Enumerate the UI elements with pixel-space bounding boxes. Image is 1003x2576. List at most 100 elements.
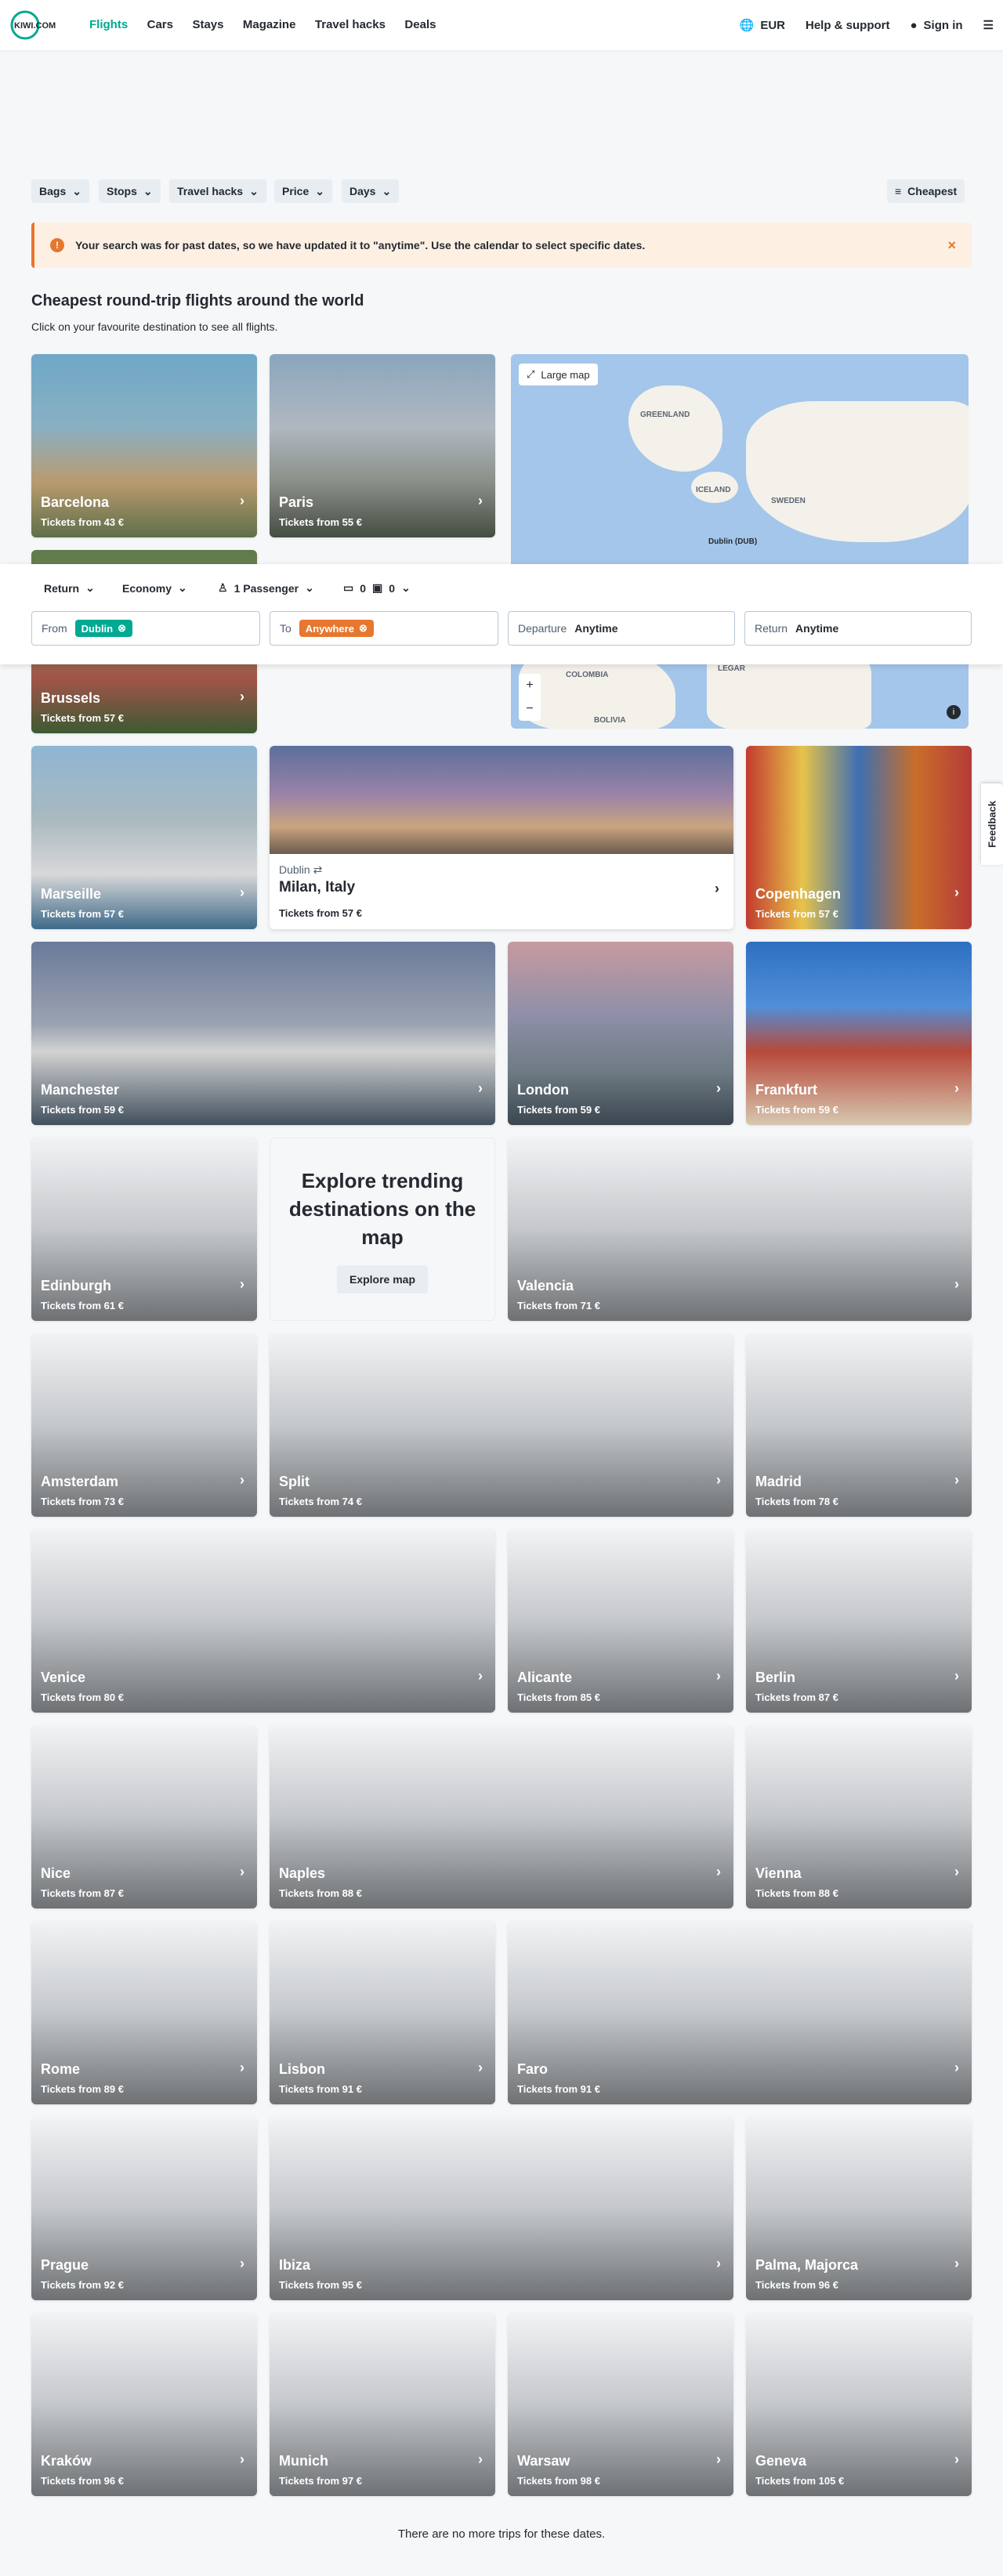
- nav-travel-hacks[interactable]: Travel hacks: [315, 18, 386, 31]
- destination-name: Split: [279, 1474, 310, 1489]
- hamburger-menu-icon[interactable]: ☰: [983, 18, 994, 32]
- zoom-out-button[interactable]: −: [519, 697, 541, 721]
- chevron-right-icon: ›: [240, 2256, 244, 2271]
- destination-card[interactable]: Frankfurt Tickets from 59 € ›: [746, 942, 972, 1125]
- chevron-right-icon: ›: [954, 2256, 959, 2271]
- filter-days[interactable]: Days ⌄: [342, 179, 400, 203]
- destination-card[interactable]: Copenhagen Tickets from 57 € ›: [746, 746, 972, 929]
- destination-card[interactable]: Valencia Tickets from 71 € ›: [508, 1138, 972, 1321]
- destination-name: Copenhagen: [755, 886, 842, 902]
- user-icon: ●: [910, 18, 918, 32]
- filter-label: Days: [349, 185, 376, 197]
- bags-select[interactable]: ▭ 0 ▣ 0 ⌄: [343, 581, 411, 595]
- destination-price: Tickets from 92 €: [41, 2279, 124, 2291]
- sign-in-button[interactable]: ● Sign in: [910, 19, 962, 32]
- featured-destination-card[interactable]: Dublin ⇄ Milan, Italy Tickets from 57 € …: [270, 746, 733, 929]
- to-field[interactable]: To Anywhere ⊗: [270, 611, 498, 646]
- globe-icon: 🌐: [739, 19, 755, 32]
- info-icon[interactable]: i: [947, 705, 961, 719]
- destination-name: Palma, Majorca: [755, 2257, 859, 2273]
- nav-deals[interactable]: Deals: [404, 18, 436, 31]
- close-icon[interactable]: ×: [947, 237, 956, 254]
- destination-card[interactable]: London Tickets from 59 € ›: [508, 942, 733, 1125]
- destination-card[interactable]: Split Tickets from 74 € ›: [270, 1333, 733, 1517]
- to-chip[interactable]: Anywhere ⊗: [299, 620, 374, 637]
- destination-card[interactable]: Geneva Tickets from 105 € ›: [746, 2313, 972, 2496]
- nav-flights[interactable]: Flights: [89, 18, 128, 31]
- destination-card[interactable]: Prague Tickets from 92 € ›: [31, 2117, 257, 2300]
- close-icon[interactable]: ⊗: [359, 622, 368, 635]
- destination-card[interactable]: Marseille Tickets from 57 € ›: [31, 746, 257, 929]
- destination-card[interactable]: Madrid Tickets from 78 € ›: [746, 1333, 972, 1517]
- nav-cars[interactable]: Cars: [147, 18, 173, 31]
- nav-stays[interactable]: Stays: [192, 18, 223, 31]
- destination-card[interactable]: Amsterdam Tickets from 73 € ›: [31, 1333, 257, 1517]
- destination-name: Frankfurt: [755, 1082, 818, 1098]
- destination-card[interactable]: Kraków Tickets from 96 € ›: [31, 2313, 257, 2496]
- destination-card[interactable]: Berlin Tickets from 87 € ›: [746, 1529, 972, 1713]
- destination-card[interactable]: Faro Tickets from 91 € ›: [508, 1921, 972, 2104]
- destination-card[interactable]: Venice Tickets from 80 € ›: [31, 1529, 495, 1713]
- chevron-right-icon: ›: [240, 1276, 244, 1292]
- destination-name: Kraków: [41, 2453, 92, 2469]
- zoom-in-button[interactable]: +: [519, 674, 541, 697]
- filter-price[interactable]: Price ⌄: [274, 179, 332, 203]
- chevron-right-icon: ›: [716, 1472, 721, 1488]
- destination-card[interactable]: Rome Tickets from 89 € ›: [31, 1921, 257, 2104]
- filter-travel-hacks[interactable]: Travel hacks ⌄: [169, 179, 266, 203]
- kiwi-logo[interactable]: KIWI.COM: [9, 9, 75, 41]
- featured-origin: Dublin ⇄: [279, 863, 322, 877]
- filter-stops[interactable]: Stops ⌄: [99, 179, 161, 203]
- destination-price: Tickets from 57 €: [41, 712, 124, 724]
- feedback-tab[interactable]: Feedback: [981, 783, 1003, 865]
- cabin-select[interactable]: Economy ⌄: [122, 581, 187, 595]
- destination-card[interactable]: Nice Tickets from 87 € ›: [31, 1725, 257, 1908]
- return-field[interactable]: Return Anytime: [744, 611, 972, 646]
- sort-icon: ≡: [895, 185, 902, 197]
- close-icon[interactable]: ⊗: [118, 622, 126, 635]
- destinations-map[interactable]: GREENLAND ICELAND SWEDEN Dublin (DUB) CO…: [511, 354, 969, 729]
- map-origin-label[interactable]: Dublin (DUB): [708, 537, 757, 546]
- destination-card[interactable]: Barcelona Tickets from 43 € ›: [31, 354, 257, 537]
- filter-bags[interactable]: Bags ⌄: [31, 179, 89, 203]
- map-land-eurasia: [746, 401, 969, 542]
- trip-type-select[interactable]: Return ⌄: [44, 581, 95, 595]
- destination-price: Tickets from 96 €: [41, 2475, 124, 2487]
- chevron-right-icon: ›: [954, 2451, 959, 2467]
- explore-map-button[interactable]: Explore map: [336, 1265, 429, 1293]
- chevron-down-icon: ⌄: [85, 581, 95, 594]
- destination-price: Tickets from 88 €: [755, 1887, 838, 1899]
- chevron-right-icon: ›: [240, 1864, 244, 1880]
- destination-card[interactable]: Lisbon Tickets from 91 € ›: [270, 1921, 495, 2104]
- passengers-select[interactable]: ♙ 1 Passenger ⌄: [218, 581, 314, 595]
- help-link[interactable]: Help & support: [806, 19, 890, 32]
- destination-card[interactable]: Naples Tickets from 88 € ›: [270, 1725, 733, 1908]
- destination-card[interactable]: Manchester Tickets from 59 € ›: [31, 942, 495, 1125]
- from-chip[interactable]: Dublin ⊗: [74, 620, 133, 637]
- map-label: GREENLAND: [640, 411, 690, 419]
- from-field[interactable]: From Dublin ⊗: [31, 611, 260, 646]
- destination-card[interactable]: Paris Tickets from 55 € ›: [270, 354, 495, 537]
- large-map-label: Large map: [541, 368, 590, 381]
- chevron-down-icon: ⌄: [249, 184, 259, 197]
- destination-price: Tickets from 73 €: [41, 1496, 124, 1507]
- destination-card[interactable]: Munich Tickets from 97 € ›: [270, 2313, 495, 2496]
- destination-card[interactable]: Warsaw Tickets from 98 € ›: [508, 2313, 733, 2496]
- large-map-button[interactable]: ⤢ Large map: [519, 364, 598, 385]
- chevron-down-icon: ⌄: [143, 184, 153, 197]
- currency-selector[interactable]: 🌐 EUR: [739, 18, 785, 33]
- destination-card[interactable]: Palma, Majorca Tickets from 96 € ›: [746, 2117, 972, 2300]
- sort-button[interactable]: ≡ Cheapest: [887, 179, 965, 203]
- destination-card[interactable]: Alicante Tickets from 85 € ›: [508, 1529, 733, 1713]
- destination-card[interactable]: Ibiza Tickets from 95 € ›: [270, 2117, 733, 2300]
- destination-card[interactable]: Vienna Tickets from 88 € ›: [746, 1725, 972, 1908]
- chevron-right-icon: ›: [716, 2451, 721, 2467]
- warning-icon: !: [50, 238, 64, 252]
- end-of-results: There are no more trips for these dates.: [397, 2527, 606, 2541]
- nav-magazine[interactable]: Magazine: [243, 18, 296, 31]
- departure-field[interactable]: Departure Anytime: [508, 611, 735, 646]
- destination-name: Paris: [279, 494, 314, 510]
- destination-name: Prague: [41, 2257, 89, 2273]
- destination-name: Brussels: [41, 690, 101, 706]
- destination-card[interactable]: Edinburgh Tickets from 61 € ›: [31, 1138, 257, 1321]
